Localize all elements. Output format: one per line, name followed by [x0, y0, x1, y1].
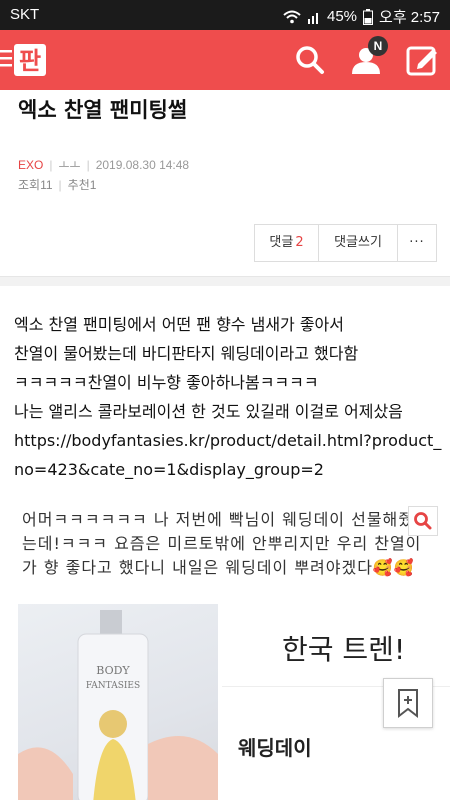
- carrier-label: SKT: [10, 6, 40, 23]
- app-header: 판 N: [0, 30, 450, 90]
- status-bar: SKT 45% 오후 2:57: [0, 0, 450, 30]
- product-link-cont[interactable]: no=423&cate_no=1&display_group=2: [14, 455, 440, 484]
- post-date: 2019.08.30 14:48: [95, 158, 190, 172]
- perfume-bottle-image: BODY FANTASIES: [18, 610, 218, 800]
- image-caption: 어머ㅋㅋㅋㅋㅋㅋ 나 저번에 빡님이 웨딩데이 선물해줬는데!ㅋㅋㅋ 요즘은 미…: [22, 510, 422, 577]
- svg-text:판: 판: [19, 47, 41, 75]
- magnifier-icon[interactable]: [408, 506, 438, 536]
- wifi-icon: [283, 10, 301, 23]
- svg-text:FANTASIES: FANTASIES: [86, 681, 140, 691]
- view-count: 조회11: [18, 178, 53, 192]
- comment-count: 2: [295, 235, 304, 250]
- bookmark-add-icon[interactable]: [383, 678, 433, 728]
- menu-icon: [0, 50, 12, 53]
- section-divider: [0, 276, 450, 286]
- post-stats: 조회11 | 추천1: [18, 178, 97, 192]
- content-line: 엑소 찬열 팬미팅에서 어떤 팬 향수 냄새가 좋아서: [14, 315, 345, 334]
- post-title: 엑소 찬열 팬미팅썰: [18, 98, 188, 122]
- post-content: 엑소 찬열 팬미팅에서 어떤 팬 향수 냄새가 좋아서 찬열이 물어봤는데 바디…: [14, 310, 441, 484]
- content-line: 찬열이 물어봤는데 바디판타지 웨딩데이라고 했다함: [14, 344, 359, 363]
- comments-button[interactable]: 댓글 2: [255, 225, 319, 261]
- post-author[interactable]: ㅗㅗ: [58, 158, 80, 172]
- perfume-photo: BODY FANTASIES: [18, 604, 218, 800]
- more-button[interactable]: ···: [398, 225, 436, 261]
- battery-percent: 45%: [327, 8, 358, 25]
- user-button[interactable]: N: [346, 36, 388, 80]
- search-icon[interactable]: [290, 40, 330, 80]
- notification-badge: N: [368, 36, 388, 56]
- post-category[interactable]: EXO: [18, 158, 43, 172]
- write-comment-button[interactable]: 댓글쓰기: [319, 225, 398, 261]
- post-actions: 댓글 2 댓글쓰기 ···: [254, 224, 437, 262]
- screenshot-subtitle: 웨딩데이: [238, 736, 312, 760]
- content-line: ㅋㅋㅋㅋㅋ찬열이 비누향 좋아하나봄ㅋㅋㅋㅋ: [14, 373, 319, 392]
- recommend-count: 추천1: [67, 178, 97, 192]
- post-image[interactable]: 어머ㅋㅋㅋㅋㅋㅋ 나 저번에 빡님이 웨딩데이 선물해줬는데!ㅋㅋㅋ 요즘은 미…: [14, 504, 450, 800]
- battery-icon: [363, 8, 374, 25]
- post-meta: EXO | ㅗㅗ | 2019.08.30 14:48: [18, 158, 190, 172]
- product-link[interactable]: https://bodyfantasies.kr/product/detail.…: [14, 426, 441, 455]
- signal-icon: [308, 12, 318, 24]
- svg-text:BODY: BODY: [96, 664, 130, 677]
- write-icon[interactable]: [402, 40, 442, 80]
- clock: 오후 2:57: [379, 9, 440, 26]
- content-line: 나는 앨리스 콜라보레이션 한 것도 있길래 이걸로 어제샀음: [14, 402, 403, 421]
- comments-label: 댓글: [269, 235, 294, 250]
- logo-icon[interactable]: 판: [0, 38, 60, 82]
- screenshot-title: 한국 트렌!: [282, 633, 406, 666]
